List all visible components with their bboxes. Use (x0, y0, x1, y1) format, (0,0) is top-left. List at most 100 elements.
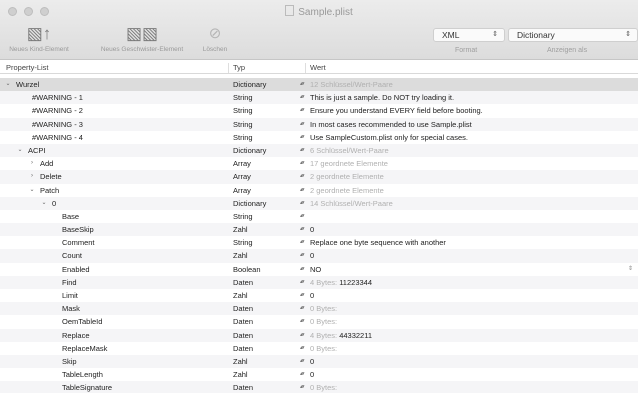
row-value[interactable]: Use SampleCustom.plist only for special … (310, 131, 468, 144)
table-row[interactable]: ⌄ ACPI Dictionary ▴▾ 6 Schlüssel/Wert-Paare (0, 143, 638, 158)
row-value[interactable]: 0 (310, 355, 314, 368)
row-type[interactable]: Zahl (233, 368, 248, 381)
table-row[interactable]: #WARNING - 2 String ▴▾ Ensure you understan… (0, 104, 638, 117)
disclosure-collapsed-icon[interactable]: › (28, 170, 36, 183)
disclosure-expanded-icon[interactable]: ⌄ (40, 197, 48, 210)
add-child-button[interactable]: ▧↑ Neues Kind-Element (9, 24, 69, 53)
column-divider[interactable] (305, 63, 306, 73)
type-stepper-icon[interactable]: ▴▾ (300, 342, 304, 355)
type-stepper-icon[interactable]: ▴▾ (300, 276, 304, 289)
row-key[interactable]: Limit (62, 289, 78, 302)
row-type[interactable]: Daten (233, 302, 253, 315)
column-divider[interactable] (228, 63, 229, 73)
row-type[interactable]: String (233, 131, 253, 144)
type-stepper-icon[interactable]: ▴▾ (300, 118, 304, 131)
table-row[interactable]: Find Daten ▴▾ 4 Bytes: 11223344 (0, 275, 638, 289)
row-type[interactable]: String (233, 91, 253, 104)
remove-button[interactable]: ⊘ Löschen (190, 24, 240, 53)
type-stepper-icon[interactable]: ▴▾ (300, 197, 304, 210)
table-row[interactable]: #WARNING - 4 String ▴▾ Use SampleCustom.pli… (0, 131, 638, 144)
row-value[interactable]: 12 Schlüssel/Wert-Paare (310, 78, 393, 91)
row-key[interactable]: Delete (40, 170, 62, 183)
column-header-type[interactable]: Typ (233, 63, 245, 72)
row-key[interactable]: Enabled (62, 263, 90, 276)
row-key[interactable]: Replace (62, 329, 90, 342)
row-value[interactable]: 2 geordnete Elemente (310, 184, 384, 197)
disclosure-expanded-icon[interactable]: ⌄ (28, 184, 36, 197)
type-stepper-icon[interactable]: ▴▾ (300, 263, 304, 276)
row-key[interactable]: Comment (62, 236, 95, 249)
row-value[interactable]: Replace one byte sequence with another (310, 236, 446, 249)
type-stepper-icon[interactable]: ▴▾ (300, 170, 304, 183)
row-type[interactable]: String (233, 210, 253, 223)
type-stepper-icon[interactable]: ▴▾ (300, 249, 304, 262)
row-type[interactable]: String (233, 236, 253, 249)
row-key[interactable]: Wurzel (16, 78, 39, 91)
row-key[interactable]: TableSignature (62, 381, 112, 393)
disclosure-expanded-icon[interactable]: ⌄ (4, 78, 12, 91)
row-type[interactable]: Zahl (233, 223, 248, 236)
row-value[interactable]: This is just a sample. Do NOT try loadin… (310, 91, 454, 104)
type-stepper-icon[interactable]: ▴▾ (300, 381, 304, 393)
table-row[interactable]: Count Zahl ▴▾ 0 (0, 249, 638, 263)
table-row[interactable]: ReplaceMask Daten ▴▾ 0 Bytes: (0, 342, 638, 355)
table-row[interactable]: Enabled Boolean ▴▾ NO ⇕ (0, 263, 638, 276)
column-header-value[interactable]: Wert (310, 63, 326, 72)
row-key[interactable]: Count (62, 249, 82, 262)
type-stepper-icon[interactable]: ▴▾ (300, 144, 304, 157)
row-key[interactable]: Patch (40, 184, 59, 197)
row-type[interactable]: Dictionary (233, 78, 266, 91)
type-stepper-icon[interactable]: ▴▾ (300, 329, 304, 342)
row-type[interactable]: String (233, 104, 253, 117)
row-type[interactable]: Daten (233, 342, 253, 355)
row-key[interactable]: Base (62, 210, 79, 223)
row-key[interactable]: #WARNING - 1 (32, 91, 83, 104)
type-stepper-icon[interactable]: ▴▾ (300, 223, 304, 236)
row-type[interactable]: Dictionary (233, 197, 266, 210)
type-stepper-icon[interactable]: ▴▾ (300, 236, 304, 249)
row-value[interactable]: In most cases recommended to use Sample.… (310, 118, 472, 131)
type-stepper-icon[interactable]: ▴▾ (300, 91, 304, 104)
row-value[interactable]: 0 Bytes: (310, 315, 337, 328)
row-value[interactable]: 2 geordnete Elemente (310, 170, 384, 183)
table-row[interactable]: ⌄ Patch Array ▴▾ 2 geordnete Elemente (0, 184, 638, 197)
type-stepper-icon[interactable]: ▴▾ (300, 104, 304, 117)
row-type[interactable]: Array (233, 170, 251, 183)
row-type[interactable]: Zahl (233, 249, 248, 262)
row-type[interactable]: Boolean (233, 263, 261, 276)
type-stepper-icon[interactable]: ▴▾ (300, 157, 304, 170)
type-stepper-icon[interactable]: ▴▾ (300, 131, 304, 144)
row-key[interactable]: 0 (52, 197, 56, 210)
display-type-select[interactable]: Dictionary ⇕ (508, 28, 638, 42)
table-row[interactable]: TableLength Zahl ▴▾ 0 (0, 368, 638, 381)
table-row[interactable]: TableSignature Daten ▴▾ 0 Bytes: (0, 381, 638, 393)
type-stepper-icon[interactable]: ▴▾ (300, 289, 304, 302)
format-select[interactable]: XML ⇕ (433, 28, 505, 42)
table-row[interactable]: BaseSkip Zahl ▴▾ 0 (0, 223, 638, 237)
row-key[interactable]: ACPI (28, 144, 46, 157)
row-type[interactable]: Array (233, 184, 251, 197)
table-row[interactable]: Limit Zahl ▴▾ 0 (0, 289, 638, 302)
row-type[interactable]: Array (233, 157, 251, 170)
row-value[interactable]: 17 geordnete Elemente (310, 157, 388, 170)
type-stepper-icon[interactable]: ▴▾ (300, 355, 304, 368)
type-stepper-icon[interactable]: ▴▾ (300, 184, 304, 197)
table-row[interactable]: #WARNING - 1 String ▴▾ This is just a sampl… (0, 91, 638, 105)
row-value[interactable]: 0 (310, 289, 314, 302)
boolean-popup-icon[interactable]: ⇕ (628, 263, 633, 276)
table-row[interactable]: Replace Daten ▴▾ 4 Bytes: 44332211 (0, 328, 638, 342)
table-row[interactable]: #WARNING - 3 String ▴▾ In most cases recomm… (0, 117, 638, 131)
table-row[interactable]: › Delete Array ▴▾ 2 geordnete Elemente (0, 170, 638, 184)
row-key[interactable]: #WARNING - 4 (32, 131, 83, 144)
row-key[interactable]: OemTableId (62, 315, 102, 328)
table-row[interactable]: Skip Zahl ▴▾ 0 (0, 354, 638, 369)
row-key[interactable]: #WARNING - 3 (32, 118, 83, 131)
row-value[interactable]: 0 (310, 368, 314, 381)
row-value[interactable]: 6 Schlüssel/Wert-Paare (310, 144, 389, 157)
row-value[interactable]: 4 Bytes: 11223344 (310, 276, 372, 289)
row-value[interactable]: 0 Bytes: (310, 342, 337, 355)
add-sibling-button[interactable]: ▧▧ Neues Geschwister-Element (92, 24, 192, 53)
type-stepper-icon[interactable]: ▴▾ (300, 368, 304, 381)
row-key[interactable]: ReplaceMask (62, 342, 107, 355)
row-key[interactable]: #WARNING - 2 (32, 104, 83, 117)
